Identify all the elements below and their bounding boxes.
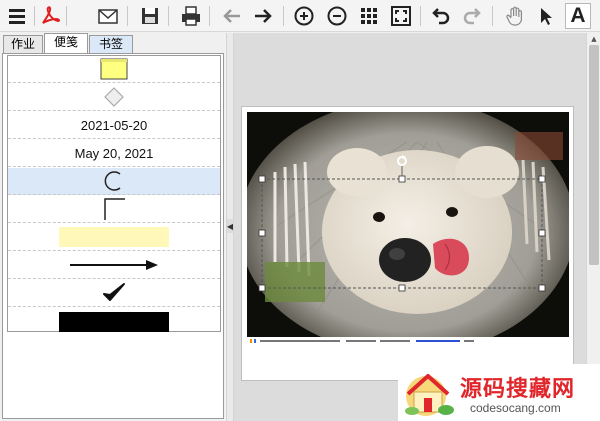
text-a-icon: A [570, 4, 586, 27]
stamp-date-long[interactable]: May 20, 2021 [8, 140, 220, 167]
document-page [241, 106, 574, 381]
text-tool-button[interactable]: A [565, 3, 591, 29]
stamp-arrow[interactable] [8, 252, 220, 279]
panel-tabs: 作业 便笺 书签 [0, 33, 230, 53]
collapse-panel-icon[interactable]: ◀ [227, 219, 233, 233]
highlight-swatch [59, 227, 169, 247]
zoom-in-icon [294, 6, 314, 26]
select-button[interactable] [533, 3, 559, 29]
page-footer-line [250, 337, 560, 345]
checkmark-icon [103, 283, 125, 301]
email-button[interactable] [95, 3, 121, 29]
undo-icon [432, 8, 450, 25]
date-numeric-text: 2021-05-20 [80, 117, 148, 133]
stamp-checkmark[interactable] [8, 280, 220, 307]
menu-icon [9, 9, 25, 24]
stamp-highlight[interactable] [8, 224, 220, 251]
zoom-out-button[interactable] [324, 3, 350, 29]
watermark-title: 源码搜藏网 [460, 377, 576, 402]
printer-icon [182, 6, 200, 26]
arc-icon [104, 171, 121, 191]
tab-notes[interactable]: 便笺 [44, 33, 88, 53]
print-button[interactable] [178, 3, 204, 29]
forward-button[interactable] [250, 3, 276, 29]
arrow-line-icon [70, 260, 158, 270]
toolbar: A [0, 0, 600, 32]
stamp-bracket[interactable] [8, 196, 220, 223]
pdf-button[interactable] [37, 3, 63, 29]
scrollbar-thumb[interactable] [589, 45, 599, 265]
pdf-icon [42, 6, 61, 24]
diamond-icon [104, 87, 124, 107]
stamp-sticky-note[interactable] [8, 56, 220, 83]
site-watermark: 源码搜藏网 codesocang.com [398, 364, 600, 421]
tab-jobs[interactable]: 作业 [3, 35, 43, 53]
undo-button[interactable] [428, 3, 454, 29]
menu-button[interactable] [4, 3, 30, 29]
sticky-note-icon [100, 58, 128, 80]
arrow-left-icon [223, 9, 240, 23]
thumbnails-button[interactable] [356, 3, 382, 29]
fit-page-icon [391, 6, 411, 26]
scroll-up-icon[interactable]: ▲ [589, 34, 599, 44]
stamp-date-numeric[interactable]: 2021-05-20 [8, 112, 220, 139]
pan-button[interactable] [502, 3, 528, 29]
redo-icon [463, 8, 481, 25]
floppy-disk-icon [142, 8, 158, 24]
hand-icon [506, 6, 522, 26]
document-view[interactable] [234, 33, 586, 421]
cursor-icon [541, 8, 552, 25]
envelope-icon [98, 9, 118, 24]
panel-splitter[interactable]: ◀ [226, 33, 234, 421]
dog-photo-image [247, 112, 569, 337]
redaction-swatch [59, 311, 169, 332]
house-logo-icon [405, 374, 454, 416]
tab-bookmarks[interactable]: 书签 [89, 35, 133, 53]
stamp-list: 2021-05-20 May 20, 2021 [7, 55, 221, 332]
save-button[interactable] [137, 3, 163, 29]
stamp-arc[interactable] [8, 168, 220, 195]
date-long-text: May 20, 2021 [74, 145, 154, 161]
watermark-url: codesocang.com [470, 401, 561, 415]
bracket-icon [104, 198, 125, 220]
back-button[interactable] [219, 3, 245, 29]
arrow-right-icon [255, 9, 272, 23]
zoom-in-button[interactable] [291, 3, 317, 29]
redo-button[interactable] [459, 3, 485, 29]
page-photo [247, 112, 569, 337]
grid-icon [361, 8, 377, 24]
stamp-diamond[interactable] [8, 84, 220, 111]
fit-page-button[interactable] [388, 3, 414, 29]
vertical-scrollbar[interactable]: ▲ ▼ [586, 33, 600, 421]
zoom-out-icon [327, 6, 347, 26]
notes-panel: 2021-05-20 May 20, 2021 [2, 53, 224, 419]
stamp-redaction[interactable] [8, 308, 220, 335]
